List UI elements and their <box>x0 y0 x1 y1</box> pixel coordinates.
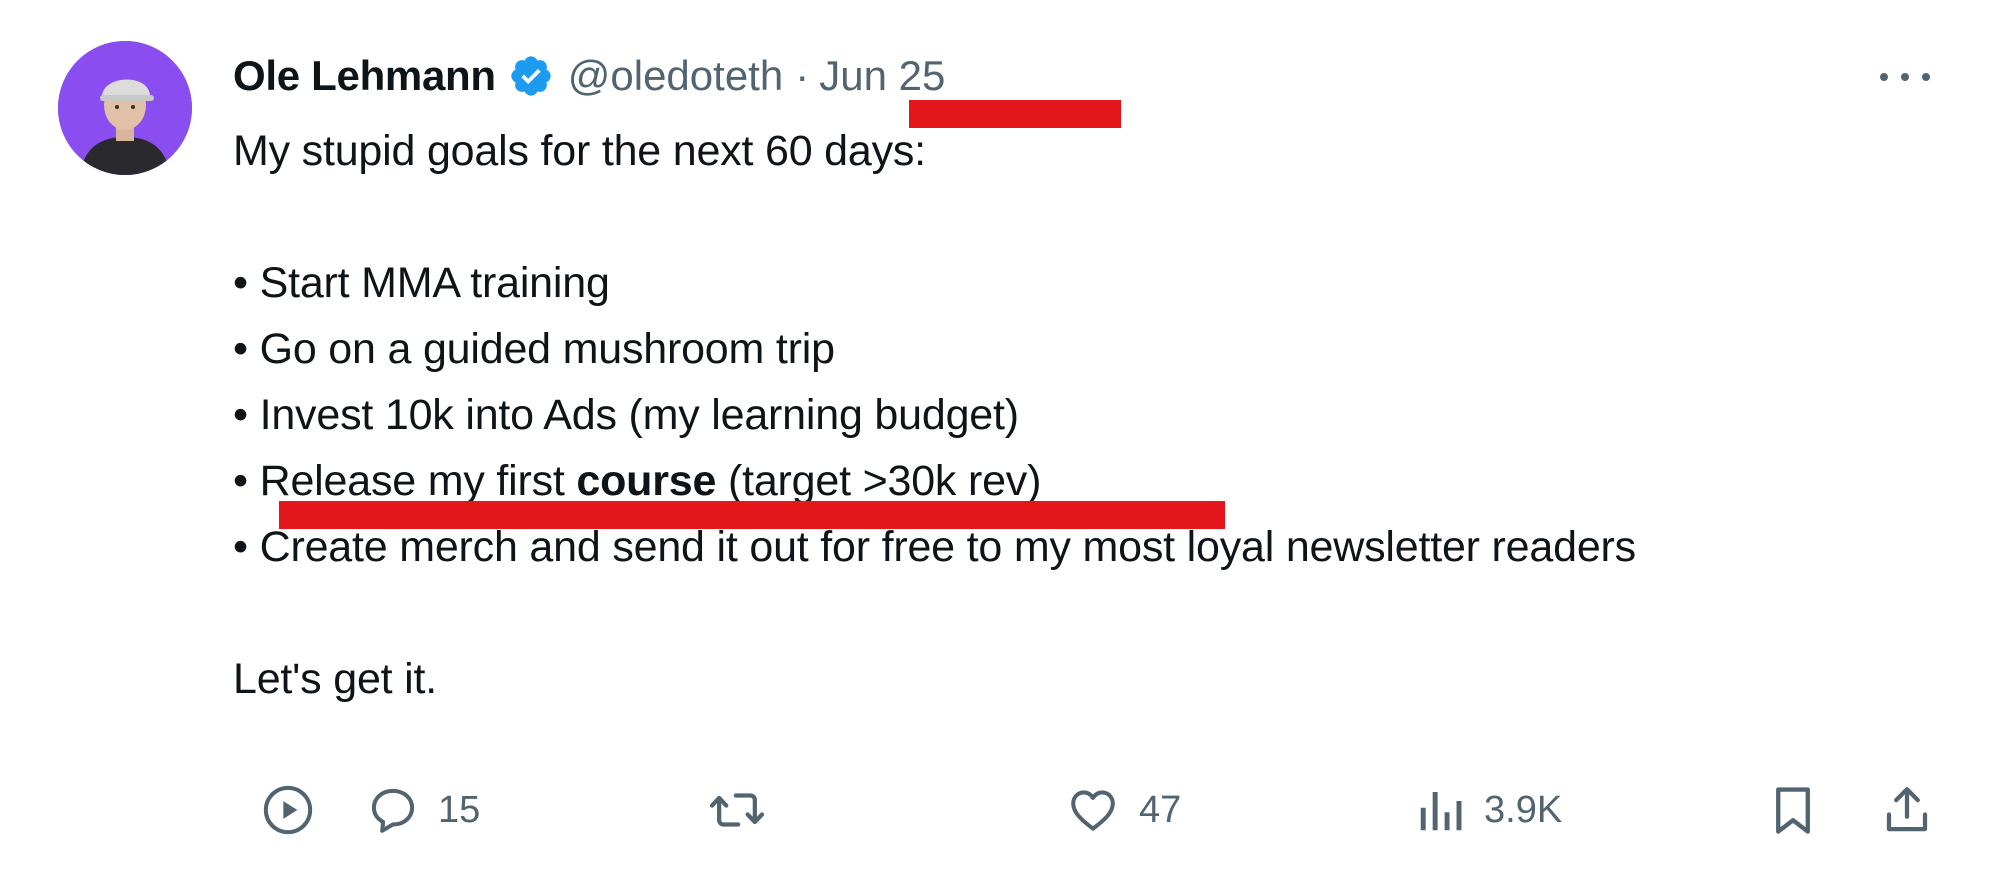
display-name[interactable]: Ole Lehmann <box>233 52 496 100</box>
tweet-card: Ole Lehmann @oledoteth · Jun 25 My stupi… <box>0 0 2000 888</box>
reply-icon <box>371 788 415 833</box>
bookmark-button[interactable] <box>1768 780 1818 840</box>
bullet-item: • Go on a guided mushroom trip <box>233 325 835 373</box>
like-button[interactable]: 47 <box>1065 780 1181 840</box>
tweet-text: My stupid goals for the next 60 days: • … <box>233 118 1953 712</box>
tweet-line: Let's get it. <box>233 655 438 703</box>
handle[interactable]: @oledoteth <box>568 52 783 100</box>
like-icon <box>1071 790 1115 831</box>
bookmark-icon <box>1776 787 1810 834</box>
views-icon <box>1420 792 1462 831</box>
bullet-item: • Start MMA training <box>233 259 610 307</box>
bullet-item: • Invest 10k into Ads (my learning budge… <box>233 391 1019 439</box>
action-bar: 15 47 3.9K <box>233 780 1953 840</box>
share-button[interactable] <box>1880 780 1934 840</box>
avatar[interactable] <box>58 41 192 175</box>
more-icon[interactable] <box>1880 62 1930 92</box>
separator-dot: · <box>795 52 810 99</box>
reply-button[interactable]: 15 <box>366 780 480 840</box>
views-button[interactable]: 3.9K <box>1416 780 1562 840</box>
views-count: 3.9K <box>1484 788 1563 831</box>
play-button[interactable] <box>260 780 316 840</box>
reply-count: 15 <box>438 788 481 831</box>
tweet-header: Ole Lehmann @oledoteth · Jun 25 <box>233 46 945 106</box>
bullet-bold-text: course <box>576 457 717 505</box>
retweet-icon <box>709 793 765 827</box>
bullet-text: (target >30k rev) <box>716 457 1042 505</box>
red-underline-mark <box>279 501 1225 529</box>
red-underline-mark <box>909 100 1121 128</box>
play-icon <box>263 785 313 835</box>
tweet-date[interactable]: Jun 25 <box>819 52 945 100</box>
retweet-button[interactable] <box>708 780 766 840</box>
bullet-text: • Release my first <box>233 457 577 505</box>
like-count: 47 <box>1139 788 1182 831</box>
avatar-image <box>58 41 192 175</box>
share-icon <box>1886 787 1928 832</box>
verified-badge-icon <box>508 53 554 99</box>
